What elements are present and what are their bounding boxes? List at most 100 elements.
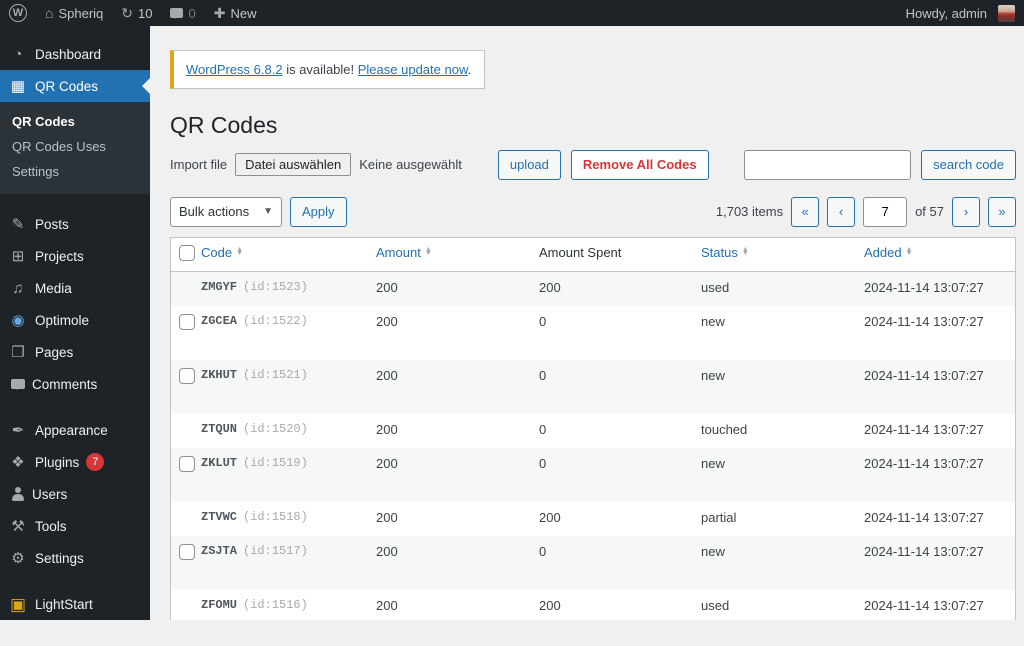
code-value: ZKLUT	[201, 456, 237, 470]
sidebar-item-posts[interactable]: ✎Posts	[0, 208, 150, 240]
sidebar-subitem-qr-codes-uses[interactable]: QR Codes Uses	[0, 134, 150, 159]
site-name: Spheriq	[58, 6, 103, 21]
amount-spent-cell: 0	[539, 448, 701, 479]
column-header-label[interactable]: Status▲▼	[701, 245, 749, 260]
remove-all-codes-button[interactable]: Remove All Codes	[571, 150, 709, 180]
home-icon: ⌂	[45, 6, 53, 20]
comment-bubble-icon	[170, 8, 183, 18]
code-value: ZTQUN	[201, 422, 237, 436]
users-icon	[11, 487, 25, 501]
sidebar-item-appearance[interactable]: ✒Appearance	[0, 414, 150, 446]
sidebar-separator	[0, 194, 150, 208]
code-cell: ZTQUN(id:1520)	[201, 414, 376, 444]
sidebar-item-label: Appearance	[35, 423, 108, 438]
row-checkbox[interactable]	[179, 368, 195, 384]
column-header-amount-spent: Amount Spent	[539, 238, 701, 267]
sidebar-item-projects[interactable]: ⊞ Projects	[0, 240, 150, 272]
table-body: ZMGYF(id:1523)200200used2024-11-14 13:07…	[171, 272, 1015, 620]
sidebar-submenu: QR CodesQR Codes UsesSettings	[0, 102, 150, 194]
search-code-button[interactable]: search code	[921, 150, 1016, 180]
row-checkbox-cell	[171, 272, 201, 280]
current-page-input[interactable]	[863, 197, 907, 227]
added-cell: 2024-11-14 13:07:27	[864, 272, 1015, 303]
first-page-button[interactable]: «	[791, 197, 819, 227]
sort-icon: ▲▼	[425, 248, 432, 256]
code-cell: ZKHUT(id:1521)	[201, 360, 376, 390]
bulk-actions-label: Bulk actions	[179, 204, 249, 219]
code-id: (id:1518)	[243, 510, 308, 524]
column-header-added: Added▲▼	[864, 238, 1015, 267]
code-id: (id:1523)	[243, 280, 308, 294]
update-count: 10	[138, 6, 152, 21]
amount-spent-cell: 200	[539, 590, 701, 620]
sort-icon: ▲▼	[742, 248, 749, 256]
sidebar-item-dashboard[interactable]: ◔Dashboard	[0, 38, 150, 70]
status-cell: new	[701, 448, 864, 479]
notice-suffix: .	[468, 62, 472, 77]
sidebar-item-label: Comments	[32, 377, 97, 392]
sidebar-item-label: Media	[35, 281, 72, 296]
comment-count: 0	[188, 6, 195, 21]
sidebar-item-media[interactable]: ♫Media	[0, 272, 150, 304]
upload-button[interactable]: upload	[498, 150, 561, 180]
chevron-down-icon: ▼	[263, 206, 273, 217]
sidebar-item-settings[interactable]: ⚙Settings	[0, 542, 150, 574]
table-row: ZKLUT(id:1519)2000new2024-11-14 13:07:27	[171, 448, 1015, 502]
bulk-actions-select[interactable]: Bulk actions ▼	[170, 197, 282, 227]
amount-spent-cell: 0	[539, 306, 701, 337]
apply-button[interactable]: Apply	[290, 197, 347, 227]
sidebar-item-optimole[interactable]: ◉Optimole	[0, 304, 150, 336]
sidebar-item-plugins[interactable]: ❖Plugins7	[0, 446, 150, 478]
last-page-button[interactable]: »	[988, 197, 1016, 227]
select-all-checkbox[interactable]	[179, 245, 195, 261]
added-cell: 2024-11-14 13:07:27	[864, 448, 1015, 479]
update-nag-notice: WordPress 6.8.2 is available! Please upd…	[170, 50, 485, 89]
amount-spent-cell: 0	[539, 360, 701, 391]
row-checkbox-cell	[171, 360, 201, 387]
column-header-label[interactable]: Added▲▼	[864, 245, 913, 260]
sidebar-item-users[interactable]: Users	[0, 478, 150, 510]
wordpress-version-link[interactable]: WordPress 6.8.2	[186, 62, 283, 77]
account-menu[interactable]: Howdy, admin	[897, 0, 1024, 26]
column-header-label[interactable]: Amount▲▼	[376, 245, 432, 260]
wordpress-menu[interactable]: W	[0, 0, 36, 26]
row-checkbox[interactable]	[179, 544, 195, 560]
page-title: QR Codes	[170, 111, 1016, 141]
added-cell: 2024-11-14 13:07:27	[864, 414, 1015, 445]
amount-spent-cell: 200	[539, 502, 701, 533]
table-row: ZGCEA(id:1522)2000new2024-11-14 13:07:27	[171, 306, 1015, 360]
table-row: ZTQUN(id:1520)2000touched2024-11-14 13:0…	[171, 414, 1015, 448]
total-pages-label: of 57	[915, 204, 944, 219]
sidebar-item-pages[interactable]: ❐Pages	[0, 336, 150, 368]
row-checkbox-cell	[171, 502, 201, 510]
search-input[interactable]	[744, 150, 911, 180]
sidebar-item-qr-codes[interactable]: ▦QR Codes	[0, 70, 150, 102]
updates-menu[interactable]: ↻ 10	[112, 0, 161, 26]
column-header-label[interactable]: Code▲▼	[201, 245, 243, 260]
row-checkbox[interactable]	[179, 314, 195, 330]
site-name-menu[interactable]: ⌂ Spheriq	[36, 0, 112, 26]
amount-cell: 200	[376, 306, 539, 337]
previous-page-button[interactable]: ‹	[827, 197, 855, 227]
wordpress-logo-icon: W	[9, 4, 27, 22]
row-checkbox[interactable]	[179, 456, 195, 472]
sidebar-item-comments[interactable]: Comments	[0, 368, 150, 400]
new-content-menu[interactable]: ✚ New	[205, 0, 266, 26]
projects-icon: ⊞	[8, 249, 28, 264]
next-page-button[interactable]: ›	[952, 197, 980, 227]
sidebar-item-tools[interactable]: ⚒Tools	[0, 510, 150, 542]
sidebar-item-label: Projects	[35, 249, 84, 264]
sidebar-item-lightstart[interactable]: ▣LightStart	[0, 588, 150, 620]
choose-file-button[interactable]: Datei auswählen	[235, 153, 351, 176]
items-count: 1,703 items	[716, 204, 783, 219]
code-value: ZKHUT	[201, 368, 237, 382]
code-cell: ZGCEA(id:1522)	[201, 306, 376, 336]
sidebar-item-label: LightStart	[35, 597, 93, 612]
update-now-link[interactable]: Please update now	[358, 62, 468, 77]
comments-menu[interactable]: 0	[161, 0, 204, 26]
sidebar-subitem-qr-codes[interactable]: QR Codes	[0, 109, 150, 134]
sidebar-subitem-settings[interactable]: Settings	[0, 159, 150, 184]
table-row: ZKHUT(id:1521)2000new2024-11-14 13:07:27	[171, 360, 1015, 414]
sort-icon: ▲▼	[906, 248, 913, 256]
code-value: ZFOMU	[201, 598, 237, 612]
